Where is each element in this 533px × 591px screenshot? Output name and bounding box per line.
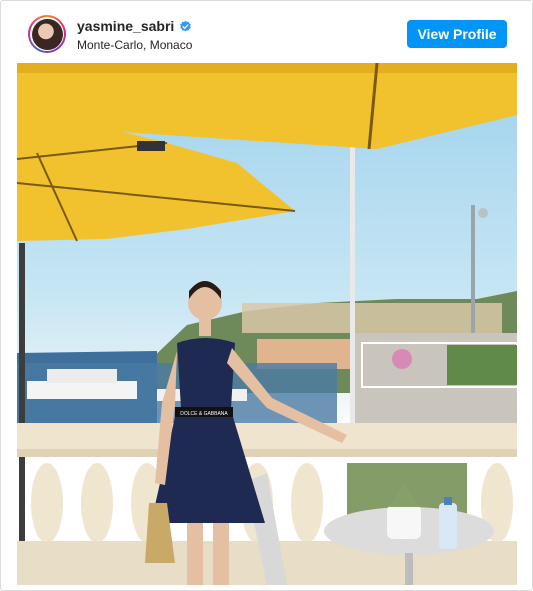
username-link[interactable]: yasmine_sabri: [77, 18, 174, 34]
yacht-upper: [47, 369, 117, 383]
umbrella-pole: [350, 141, 355, 431]
avatar-image: [31, 18, 63, 50]
view-profile-button[interactable]: View Profile: [407, 20, 507, 48]
lamp-post: [471, 205, 475, 335]
umbrella-clip: [137, 141, 165, 151]
location-link[interactable]: Monte-Carlo, Monaco: [77, 38, 192, 52]
balustrade-rail-shadow: [17, 449, 517, 457]
city-buildings: [242, 303, 502, 333]
avatar[interactable]: [28, 15, 66, 53]
avatar-frame: [30, 17, 64, 51]
flowers: [392, 349, 412, 369]
post-header: yasmine_sabri Monte-Carlo, Monaco View P…: [1, 1, 532, 63]
hedge: [447, 345, 517, 385]
plant-pot: [387, 505, 421, 539]
photo-scene: DOLCE & GABBANA: [17, 63, 517, 585]
bottle-cap: [444, 497, 452, 505]
lamp-head: [478, 208, 488, 218]
balustrade-rail: [17, 423, 517, 453]
neck: [199, 318, 211, 336]
yacht: [27, 381, 137, 399]
table-leg: [405, 553, 413, 585]
water-bottle: [439, 503, 457, 549]
post-photo[interactable]: DOLCE & GABBANA: [17, 63, 517, 585]
top-umbrella-shade: [17, 63, 517, 73]
left-leg: [187, 523, 203, 585]
belt-logo: DOLCE & GABBANA: [180, 411, 228, 417]
verified-badge-icon: [179, 20, 192, 33]
left-umbrella-pole: [19, 243, 25, 583]
right-leg: [213, 523, 229, 585]
username-row: yasmine_sabri: [77, 18, 192, 34]
dress-bodice: [177, 338, 235, 408]
instagram-embed-card: yasmine_sabri Monte-Carlo, Monaco View P…: [0, 0, 533, 591]
